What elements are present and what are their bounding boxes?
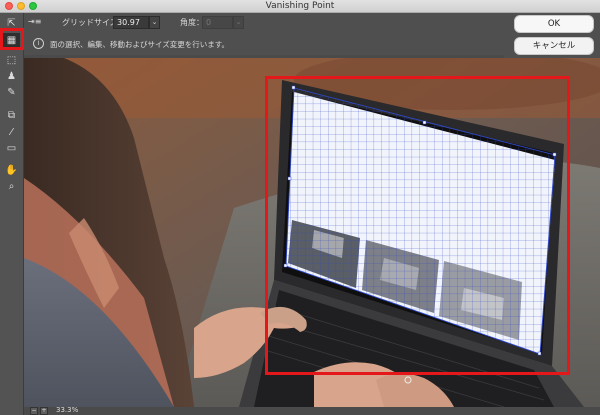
- hand-icon: ✋: [5, 165, 18, 176]
- angle-label: 角度：: [180, 18, 204, 27]
- angle-input[interactable]: [202, 16, 233, 29]
- marquee-icon: ⬚: [6, 55, 17, 66]
- hand-tool[interactable]: ✋: [3, 163, 20, 178]
- zoom-out-button[interactable]: −: [30, 407, 38, 415]
- stamp-icon: ♟: [7, 71, 16, 82]
- info-icon: i: [33, 38, 44, 49]
- dialog-buttons: OK キャンセル: [504, 13, 600, 58]
- zoom-in-button[interactable]: +: [40, 407, 48, 415]
- tool-highlight-box: [0, 28, 24, 50]
- ruler-icon: ▭: [6, 143, 17, 154]
- info-bar: i 面の選択、編集、移動およびサイズ変更を行います。: [24, 33, 504, 55]
- marquee-tool[interactable]: ⬚: [3, 53, 20, 68]
- transform-tool[interactable]: ⧉: [3, 108, 20, 123]
- grid-size-dropdown[interactable]: ⌄: [149, 16, 160, 29]
- ok-button[interactable]: OK: [514, 15, 594, 33]
- eyedropper-tool[interactable]: ⁄: [3, 125, 20, 140]
- stamp-tool[interactable]: ♟: [3, 69, 20, 84]
- brush-icon: ✎: [7, 87, 16, 98]
- cancel-button[interactable]: キャンセル: [514, 37, 594, 55]
- status-bar: − + 33.3%: [24, 406, 600, 415]
- title-bar: Vanishing Point: [0, 0, 600, 13]
- eyedropper-icon: ⁄: [10, 127, 13, 138]
- image-canvas[interactable]: [24, 58, 600, 407]
- info-message: 面の選択、編集、移動およびサイズ変更を行います。: [50, 40, 230, 49]
- transform-icon: ⧉: [7, 110, 16, 121]
- measure-tool[interactable]: ▭: [3, 141, 20, 156]
- angle-dropdown[interactable]: ⌄: [233, 16, 244, 29]
- tool-panel: ⇱ ▦ ⬚ ♟ ✎ ⧉ ⁄ ▭ ✋ ⌕: [0, 13, 24, 415]
- zoom-level[interactable]: 33.3%: [56, 406, 78, 414]
- grid-mode-icon[interactable]: ⇥≡: [28, 17, 41, 26]
- grid-size-input[interactable]: [113, 16, 149, 29]
- zoom-tool[interactable]: ⌕: [3, 179, 20, 194]
- zoom-icon: ⌕: [8, 181, 15, 192]
- laptop-screen-highlight-box: [265, 76, 570, 375]
- window-title: Vanishing Point: [265, 1, 335, 11]
- brush-tool[interactable]: ✎: [3, 85, 20, 100]
